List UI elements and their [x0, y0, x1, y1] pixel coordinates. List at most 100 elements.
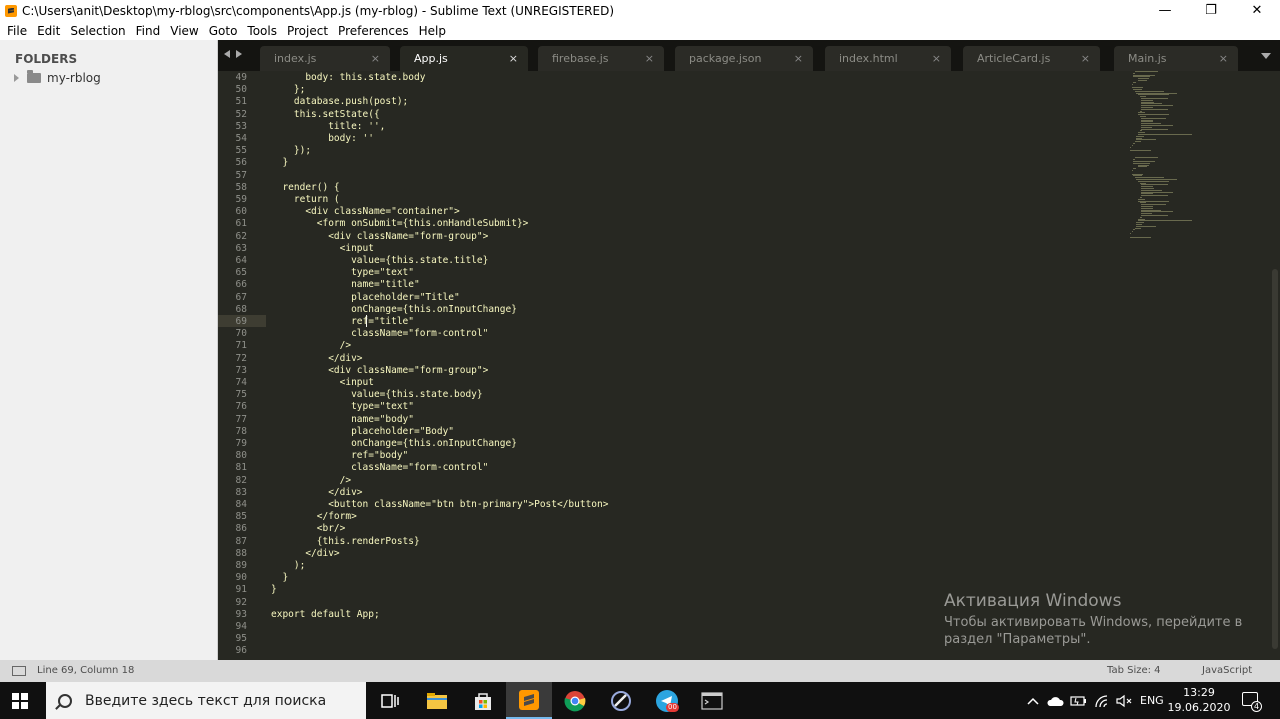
code-line[interactable]: 70 className="form-control" — [218, 328, 1118, 340]
code-line[interactable]: 63 <input — [218, 243, 1118, 255]
code-line[interactable]: 49 body: this.state.body — [218, 72, 1118, 84]
power-icon[interactable] — [1066, 688, 1092, 714]
sidebar-folder-my-rblog[interactable]: my-rblog — [14, 70, 101, 85]
code-line[interactable]: 89 ); — [218, 560, 1118, 572]
code-line[interactable]: 61 <form onSubmit={this.onHandleSubmit}> — [218, 218, 1118, 230]
terminal-icon[interactable] — [699, 688, 725, 714]
menu-preferences[interactable]: Preferences — [333, 24, 414, 38]
menu-selection[interactable]: Selection — [65, 24, 130, 38]
close-button[interactable]: ✕ — [1234, 0, 1280, 21]
scrollbar-thumb[interactable] — [1272, 269, 1278, 649]
menu-file[interactable]: File — [2, 24, 32, 38]
code-line[interactable]: 69 ref="title" — [218, 316, 1118, 328]
code-text: type="text" — [271, 401, 414, 413]
close-icon[interactable]: × — [932, 52, 941, 65]
tab-size-selector[interactable]: Tab Size: 4 — [1107, 665, 1161, 676]
code-line[interactable]: 79 onChange={this.onInputChange} — [218, 438, 1118, 450]
clock[interactable]: 13:29 19.06.2020 — [1166, 685, 1232, 715]
language-indicator[interactable]: ENG — [1140, 682, 1164, 719]
store-icon[interactable] — [470, 688, 496, 714]
code-line[interactable]: 81 className="form-control" — [218, 462, 1118, 474]
tab-package-json[interactable]: package.json × — [675, 46, 813, 71]
code-line[interactable]: 76 type="text" — [218, 401, 1118, 413]
code-line[interactable]: 55 }); — [218, 145, 1118, 157]
tab-index-html[interactable]: index.html × — [825, 46, 951, 71]
tab-index-js[interactable]: index.js × — [260, 46, 390, 71]
chrome-icon[interactable] — [562, 688, 588, 714]
code-line[interactable]: 57 — [218, 170, 1118, 182]
close-icon[interactable]: × — [371, 52, 380, 65]
code-line[interactable]: 54 body: '' — [218, 133, 1118, 145]
code-line[interactable]: 86 <br/> — [218, 523, 1118, 535]
close-icon[interactable]: × — [1219, 52, 1228, 65]
menu-edit[interactable]: Edit — [32, 24, 65, 38]
minimap[interactable] — [1130, 71, 1210, 251]
code-line[interactable]: 75 value={this.state.body} — [218, 389, 1118, 401]
code-line[interactable]: 73 <div className="form-group"> — [218, 365, 1118, 377]
taskbar-search[interactable]: Введите здесь текст для поиска — [46, 682, 366, 719]
code-line[interactable]: 62 <div className="form-group"> — [218, 231, 1118, 243]
code-line[interactable]: 80 ref="body" — [218, 450, 1118, 462]
code-line[interactable]: 88 </div> — [218, 548, 1118, 560]
close-icon[interactable]: × — [645, 52, 654, 65]
code-line[interactable]: 50 }; — [218, 84, 1118, 96]
code-line[interactable]: 90 } — [218, 572, 1118, 584]
line-number: 71 — [235, 340, 247, 352]
menu-tools[interactable]: Tools — [242, 24, 282, 38]
code-line[interactable]: 67 placeholder="Title" — [218, 292, 1118, 304]
code-line[interactable]: 85 </form> — [218, 511, 1118, 523]
menu-goto[interactable]: Goto — [204, 24, 243, 38]
syntax-selector[interactable]: JavaScript — [1202, 665, 1252, 676]
code-line[interactable]: 60 <div className="container"> — [218, 206, 1118, 218]
app-icon[interactable] — [608, 688, 634, 714]
code-line[interactable]: 66 name="title" — [218, 279, 1118, 291]
maximize-button[interactable]: ❐ — [1188, 0, 1234, 21]
code-line[interactable]: 64 value={this.state.title} — [218, 255, 1118, 267]
tab-main-js[interactable]: Main.js × — [1114, 46, 1238, 71]
volume-muted-icon[interactable] — [1112, 688, 1138, 714]
code-line[interactable]: 58 render() { — [218, 182, 1118, 194]
sublime-text-taskbar-icon[interactable] — [506, 682, 552, 719]
code-line[interactable]: 96 — [218, 645, 1118, 657]
code-line[interactable]: 83 </div> — [218, 487, 1118, 499]
code-line[interactable]: 53 title: '', — [218, 121, 1118, 133]
code-line[interactable]: 74 <input — [218, 377, 1118, 389]
windows-start-icon[interactable] — [12, 693, 28, 709]
code-line[interactable]: 77 name="body" — [218, 414, 1118, 426]
tab-prev-icon[interactable] — [224, 50, 230, 58]
task-view-icon[interactable] — [377, 688, 403, 714]
code-line[interactable]: 82 /> — [218, 475, 1118, 487]
menu-project[interactable]: Project — [282, 24, 333, 38]
line-number: 86 — [235, 523, 247, 535]
tab-app-js[interactable]: App.js × — [400, 46, 528, 71]
code-line[interactable]: 84 <button className="btn btn-primary">P… — [218, 499, 1118, 511]
telegram-icon[interactable]: 00 — [654, 688, 680, 714]
code-line[interactable]: 68 onChange={this.onInputChange} — [218, 304, 1118, 316]
cloud-icon[interactable] — [1042, 688, 1068, 714]
code-line[interactable]: 87 {this.renderPosts} — [218, 536, 1118, 548]
close-icon[interactable]: × — [509, 52, 518, 65]
tab-next-icon[interactable] — [236, 50, 242, 58]
code-line[interactable]: 56 } — [218, 157, 1118, 169]
code-line[interactable]: 59 return ( — [218, 194, 1118, 206]
tab-firebase-js[interactable]: firebase.js × — [538, 46, 664, 71]
code-line[interactable]: 52 this.setState({ — [218, 109, 1118, 121]
file-explorer-icon[interactable] — [424, 688, 450, 714]
code-line[interactable]: 71 /> — [218, 340, 1118, 352]
close-icon[interactable]: × — [1081, 52, 1090, 65]
code-line[interactable]: 78 placeholder="Body" — [218, 426, 1118, 438]
minimize-button[interactable]: — — [1142, 0, 1188, 21]
menu-view[interactable]: View — [165, 24, 203, 38]
menu-help[interactable]: Help — [414, 24, 451, 38]
menu-find[interactable]: Find — [131, 24, 166, 38]
tab-articlecard-js[interactable]: ArticleCard.js × — [963, 46, 1100, 71]
code-editor[interactable]: 49 body: this.state.body 50 }; 51 database… — [218, 71, 1280, 660]
tab-list-dropdown-icon[interactable] — [1261, 53, 1271, 59]
code-line[interactable]: 65 type="text" — [218, 267, 1118, 279]
expand-arrow-icon[interactable] — [14, 74, 19, 82]
code-line[interactable]: 51 database.push(post); — [218, 96, 1118, 108]
code-line[interactable]: 72 </div> — [218, 353, 1118, 365]
vertical-scrollbar[interactable] — [1270, 71, 1280, 660]
panel-toggle-icon[interactable] — [12, 666, 26, 676]
close-icon[interactable]: × — [794, 52, 803, 65]
